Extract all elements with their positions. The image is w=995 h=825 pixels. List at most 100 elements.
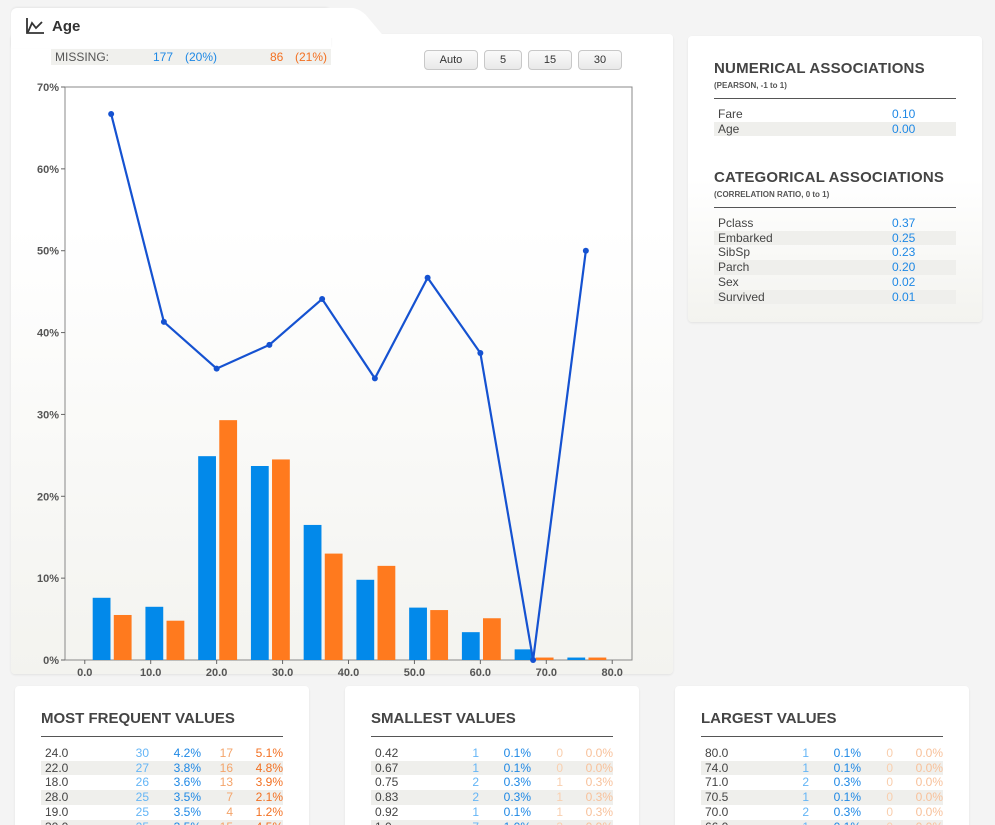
bar-orange [219,420,238,660]
x-tick-label: 60.0 [470,667,491,679]
largest-values-title: LARGEST VALUES [701,710,837,727]
blue-pct-cell: 0.1% [833,790,861,805]
orange-pct-cell: 0.0% [915,790,943,805]
value-row: 70.5 1 0.1% 0 0.0% [701,790,943,805]
y-tick-label: 50% [37,246,59,258]
x-tick-label: 70.0 [536,667,557,679]
y-tick-label: 30% [37,409,59,421]
value-row: 22.0 27 3.8% 16 4.8% [41,760,283,776]
divider [701,736,943,737]
numerical-associations-title: NUMERICAL ASSOCIATIONS [714,60,925,77]
blue-count-cell: 1 [802,760,809,775]
x-tick-label: 20.0 [206,667,227,679]
association-value: 0.02 [892,274,916,289]
blue-pct-cell: 3.5% [174,820,201,825]
association-name: Survived [718,289,765,304]
bar-blue [198,456,216,660]
bar-orange [377,565,396,660]
bar-blue [250,465,269,660]
categorical-row: Survived 0.01 [714,289,956,305]
value-row: 30.0 25 3.5% 15 4.5% [41,819,283,825]
blue-count-cell: 30 [135,746,149,760]
bar-blue [514,649,533,660]
value-cell: 0.75 [375,775,399,790]
value-row: 0.83 2 0.3% 1 0.3% [371,790,613,805]
orange-pct-cell: 0.3% [585,804,613,819]
blue-count-cell: 1 [802,746,809,760]
blue-count-cell: 1 [472,804,479,819]
association-name: SibSp [718,245,751,260]
x-tick-label: 80.0 [602,667,623,679]
x-tick-label: 10.0 [140,667,161,679]
bar-blue [356,579,375,660]
association-value: 0.00 [892,121,916,136]
orange-pct-cell: 2.1% [255,790,283,805]
orange-pct-cell: 0.0% [915,775,943,790]
association-name: Parch [718,260,750,275]
association-name: Age [718,121,740,136]
value-cell: 71.0 [705,775,729,790]
bar-blue [303,524,322,660]
divider [41,736,283,737]
x-tick-label: 40.0 [338,667,359,679]
value-cell: 70.0 [705,804,729,819]
value-cell: 24.0 [45,746,69,760]
value-cell: 74.0 [705,760,729,775]
orange-count-cell: 0 [556,760,563,775]
value-row: 0.92 1 0.1% 1 0.3% [371,805,613,820]
bar-orange [535,657,554,660]
value-row: 18.0 26 3.6% 13 3.9% [41,775,283,790]
blue-pct-cell: 0.1% [503,746,531,760]
divider [714,207,956,208]
orange-pct-cell: 0.0% [585,746,613,760]
categorical-row: Pclass 0.37 [714,216,956,231]
orange-pct-cell: 0.0% [915,804,943,819]
line-point [108,111,115,118]
x-tick-label: 0.0 [77,667,92,679]
orange-pct-cell: 0.9% [586,820,613,825]
line-point [582,247,589,254]
orange-pct-cell: 1.2% [255,804,283,819]
line-point [530,657,537,663]
orange-count-cell: 0 [886,760,893,775]
orange-count-cell: 0 [886,775,893,790]
orange-pct-cell: 0.0% [915,746,943,760]
value-cell: 80.0 [705,746,729,760]
blue-pct-cell: 3.8% [173,760,201,775]
divider [371,736,613,737]
numerical-associations-subtitle: (PEARSON, -1 to 1) [714,81,787,90]
value-cell: 0.83 [375,790,399,805]
value-cell: 19.0 [45,804,69,819]
bar-blue [92,597,111,660]
value-row: 74.0 1 0.1% 0 0.0% [701,760,943,776]
bar-orange [166,620,185,660]
bar-blue [461,632,480,660]
blue-count-cell: 1 [472,746,479,760]
y-tick-label: 10% [37,573,59,585]
largest-values-card: LARGEST VALUES 80.0 1 0.1% 0 0.0% 74.0 1 0.1% 0 0… [675,686,969,825]
orange-pct-cell: 5.1% [255,746,283,760]
line-point [160,318,167,325]
blue-count-cell: 25 [135,790,149,805]
value-row: 71.0 2 0.3% 0 0.0% [701,775,943,790]
orange-count-cell: 0 [886,820,893,825]
line-point [424,274,431,281]
blue-pct-cell: 0.3% [503,790,531,805]
orange-count-cell: 15 [220,820,233,825]
orange-pct-cell: 0.0% [585,760,613,775]
value-row: 28.0 25 3.5% 7 2.1% [41,790,283,805]
categorical-associations-title: CATEGORICAL ASSOCIATIONS [714,169,945,186]
categorical-row: Sex 0.02 [714,275,956,290]
y-tick-label: 70% [37,82,59,94]
y-tick-label: 40% [37,328,59,340]
value-cell: 1.0 [375,820,392,825]
value-cell: 18.0 [45,775,69,790]
value-row: 24.0 30 4.2% 17 5.1% [41,746,283,761]
value-row: 0.42 1 0.1% 0 0.0% [371,746,613,761]
orange-pct-cell: 0.3% [585,775,613,790]
blue-pct-cell: 0.3% [503,775,531,790]
most-frequent-card: MOST FREQUENT VALUES 24.0 30 4.2% 17 5.1% 22.… [15,686,309,825]
plot-frame [64,86,633,661]
blue-pct-cell: 0.3% [833,775,861,790]
associations-panel: NUMERICAL ASSOCIATIONS (PEARSON, -1 to 1… [688,36,982,322]
